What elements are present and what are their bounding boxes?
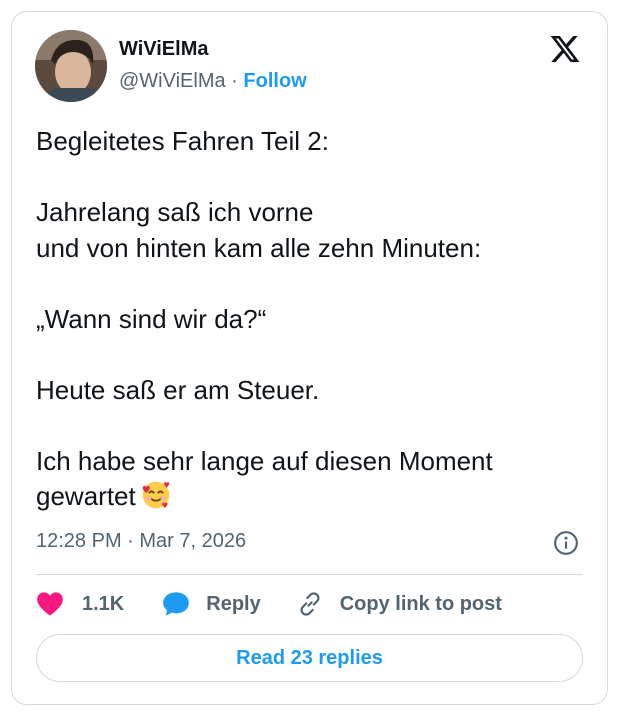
x-logo-icon[interactable] — [548, 33, 582, 65]
tweet-line: und von hinten kam alle zehn Minuten: — [36, 232, 482, 263]
tweet-timestamp[interactable]: 12:28 PM · Mar 7, 2026 — [36, 530, 246, 553]
speech-bubble-icon — [163, 592, 190, 616]
reply-label: Reply — [206, 592, 261, 615]
smiling-face-with-hearts-icon — [142, 481, 170, 509]
tweet-line: Heute saß er am Steuer. — [36, 374, 320, 405]
tweet-text: Begleitetes Fahren Teil 2: Jahrelang saß… — [36, 124, 586, 515]
copy-link-label: Copy link to post — [339, 592, 502, 615]
heart-icon — [37, 592, 63, 616]
info-icon[interactable] — [553, 530, 579, 556]
author-name[interactable]: WiViElMa — [119, 38, 208, 61]
avatar[interactable] — [35, 30, 107, 102]
action-bar: 1.1K Reply Copy link to post — [36, 588, 502, 620]
author-handle-row: @WiViElMa · Follow — [119, 70, 307, 93]
read-replies-label: Read 23 replies — [236, 646, 383, 669]
read-replies-button[interactable]: Read 23 replies — [36, 634, 583, 682]
tweet-line: Begleitetes Fahren Teil 2: — [36, 126, 329, 156]
tweet-line: Jahrelang saß ich vorne — [36, 197, 314, 227]
like-count: 1.1K — [82, 592, 125, 615]
tweet-line-last: gewartet — [36, 479, 586, 515]
tweet-line: Ich habe sehr lange auf diesen Moment — [36, 445, 493, 476]
like-button[interactable]: 1.1K — [36, 591, 124, 617]
follow-button[interactable]: Follow — [243, 70, 306, 92]
copy-link-button[interactable]: Copy link to post — [297, 591, 502, 617]
reply-button[interactable]: Reply — [162, 591, 261, 617]
separator: · — [231, 70, 238, 92]
author-handle[interactable]: @WiViElMa — [119, 70, 226, 92]
link-icon — [300, 592, 320, 616]
divider — [36, 574, 583, 575]
tweet-line: „Wann sind wir da?“ — [36, 303, 267, 334]
tweet-line: gewartet — [36, 481, 136, 511]
